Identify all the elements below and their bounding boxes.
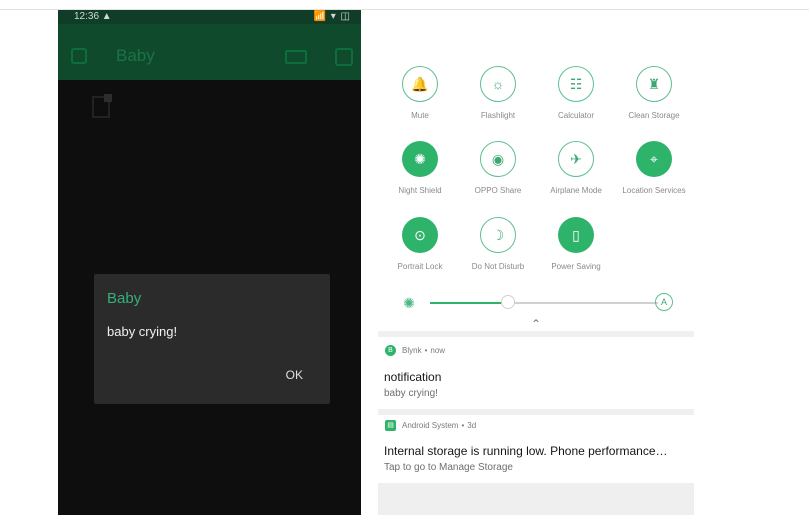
collapse-chevron-icon[interactable]: ⌃ [531,317,541,331]
tile-label: Mute [411,111,429,120]
play-icon[interactable] [335,48,353,66]
tile-calculator[interactable]: ☷ Calculator [536,66,616,120]
sun-icon: ✺ [402,141,438,177]
broom-icon: ♜ [636,66,672,102]
tile-mute[interactable]: 🔔 Mute [380,66,460,120]
app-title: Baby [116,46,155,65]
notification-header: B Blynk • now [385,343,445,357]
brightness-thumb[interactable] [501,295,515,309]
brightness-sun-icon: ✺ [403,295,415,311]
separator-dot: • [424,345,428,355]
section-divider [378,331,694,337]
notification-app-name: Blynk [402,345,422,355]
brightness-slider[interactable]: ✺ A [398,292,680,316]
android-system-app-icon: ▤ [385,419,396,431]
auto-brightness-icon[interactable]: A [655,293,673,311]
notification-header: ▤ Android System • 3d [385,418,476,432]
widget-dot-icon [104,94,112,102]
notification-body: Tap to go to Manage Storage [384,462,513,473]
device-icon[interactable] [285,50,307,64]
moon-icon: ☽ [480,217,516,253]
location-icon: ⌖ [636,141,672,177]
tile-label: OPPO Share [474,186,522,195]
tile-airplane-mode[interactable]: ✈ Airplane Mode [536,141,616,195]
tile-night-shield[interactable]: ✺ Night Shield [380,141,460,195]
separator-dot: • [461,420,465,430]
notification-card[interactable]: ▤ Android System • 3d Internal storage i… [378,418,694,480]
dialog-title: Baby [107,290,142,307]
status-bar: 12:36 ▲ 📶 ▾ ◫ [58,10,361,24]
tile-label: Location Services [622,186,686,195]
calculator-icon: ☷ [558,66,594,102]
notification-body: baby crying! [384,388,438,399]
notification-title: Internal storage is running low. Phone p… [384,444,668,458]
notification-time: now [430,345,446,355]
phone-screen: 12:36 ▲ 📶 ▾ ◫ Baby Baby baby crying! OK [58,10,361,515]
notification-title: notification [384,370,442,384]
alert-dialog: Baby baby crying! OK [94,274,330,404]
bell-icon: 🔔 [402,66,438,102]
status-time: 12:36 ▲ [74,11,112,22]
tile-label: Airplane Mode [550,186,602,195]
tile-location-services[interactable]: ⌖ Location Services [614,141,694,195]
tile-do-not-disturb[interactable]: ☽ Do Not Disturb [458,217,538,271]
notification-card[interactable]: B Blynk • now notification baby crying! [378,343,694,409]
flashlight-icon: ☼ [480,66,516,102]
tile-label: Night Shield [398,186,442,195]
dialog-message: baby crying! [107,324,178,339]
tile-label: Power Saving [551,262,601,271]
section-divider [378,409,694,415]
notification-app-name: Android System [402,420,459,430]
tile-oppo-share[interactable]: ◉ OPPO Share [458,141,538,195]
tile-label: Do Not Disturb [471,262,525,271]
share-icon: ◉ [480,141,516,177]
tile-label: Portrait Lock [397,262,443,271]
tile-label: Flashlight [480,111,516,120]
shade-footer [378,483,694,515]
menu-icon[interactable] [71,48,87,64]
tile-label: Calculator [557,111,594,120]
airplane-icon: ✈ [558,141,594,177]
tile-flashlight[interactable]: ☼ Flashlight [458,66,538,120]
status-icons: 📶 ▾ ◫ [313,11,351,22]
brightness-track-fill [430,302,508,304]
blynk-app-icon: B [385,344,396,356]
lock-icon: ⊙ [402,217,438,253]
notification-time: 3d [467,420,477,430]
tile-clean-storage[interactable]: ♜ Clean Storage [614,66,694,120]
battery-icon: ▯ [558,217,594,253]
app-bar: Baby [58,24,361,80]
brightness-track[interactable] [508,302,658,304]
notification-shade: 🔔 Mute ☼ Flashlight ☷ Calculator ♜ Clean Storag… [378,10,694,515]
tile-portrait-lock[interactable]: ⊙ Portrait Lock [380,217,460,271]
tile-label: Clean Storage [628,111,680,120]
dialog-ok-button[interactable]: OK [286,368,303,382]
tile-power-saving[interactable]: ▯ Power Saving [536,217,616,271]
